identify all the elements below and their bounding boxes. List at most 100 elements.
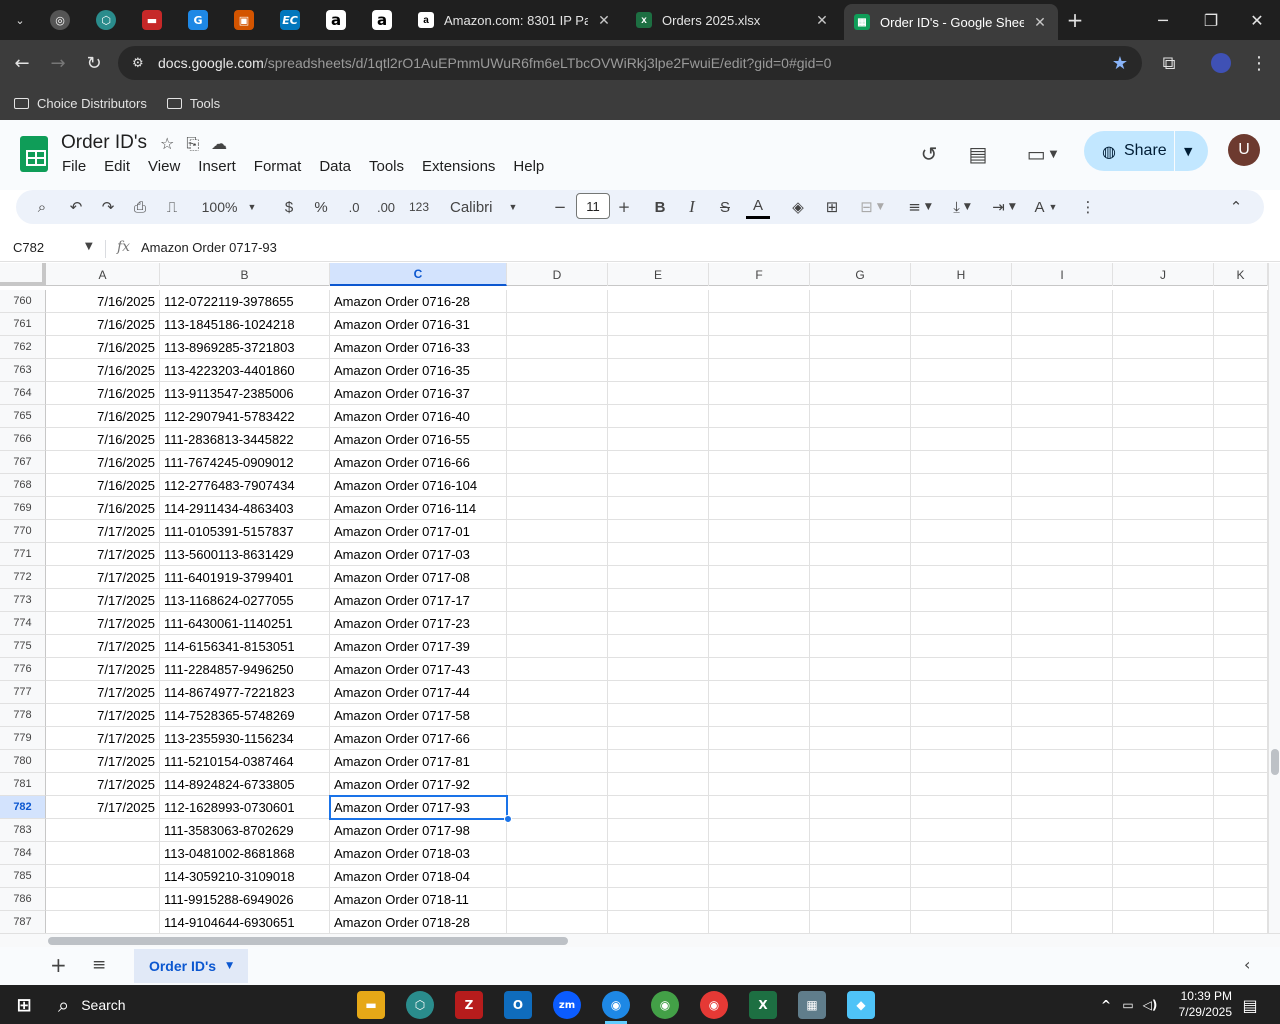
chrome-profile-icon[interactable]: ◉ — [651, 991, 679, 1019]
cell-k[interactable] — [1214, 911, 1268, 933]
cell-b[interactable]: 111-6430061-1140251 — [160, 612, 330, 635]
cell-k[interactable] — [1214, 865, 1268, 888]
active-cell[interactable]: Amazon Order 0717-93 — [329, 795, 508, 820]
cell-g[interactable] — [810, 451, 911, 474]
cell-b[interactable]: 112-0722119-3978655 — [160, 290, 330, 313]
calculator-icon[interactable]: ▦ — [798, 991, 826, 1019]
cell-e[interactable] — [608, 842, 709, 865]
horizontal-align-icon[interactable]: ≡ ▼ — [902, 195, 938, 219]
filezilla-icon[interactable]: Z — [455, 991, 483, 1019]
cell-j[interactable] — [1113, 566, 1214, 589]
cell-i[interactable] — [1012, 865, 1113, 888]
cell-j[interactable] — [1113, 681, 1214, 704]
cell-e[interactable] — [608, 681, 709, 704]
cell-k[interactable] — [1214, 474, 1268, 497]
cell-k[interactable] — [1214, 888, 1268, 911]
cell-f[interactable] — [709, 612, 810, 635]
cell-i[interactable] — [1012, 589, 1113, 612]
cell-d[interactable] — [507, 405, 608, 428]
cell-j[interactable] — [1113, 612, 1214, 635]
cell-b[interactable]: 111-2284857-9496250 — [160, 658, 330, 681]
font-size-input[interactable]: 11 — [576, 193, 610, 219]
cell-c[interactable]: Amazon Order 0717-39 — [330, 635, 507, 658]
cell-e[interactable] — [608, 727, 709, 750]
new-tab-button[interactable]: + — [1052, 8, 1098, 32]
cell-k[interactable] — [1214, 382, 1268, 405]
cell-e[interactable] — [608, 520, 709, 543]
pinned-tab-1[interactable]: ◎ — [40, 6, 80, 34]
cell-g[interactable] — [810, 727, 911, 750]
cell-j[interactable] — [1113, 911, 1214, 933]
row-header[interactable]: 784 — [0, 842, 46, 865]
cell-i[interactable] — [1012, 635, 1113, 658]
formula-input[interactable]: Amazon Order 0717-93 — [141, 240, 277, 255]
cell-d[interactable] — [507, 750, 608, 773]
cell-e[interactable] — [608, 405, 709, 428]
cell-d[interactable] — [507, 520, 608, 543]
cell-i[interactable] — [1012, 750, 1113, 773]
cell-d[interactable] — [507, 635, 608, 658]
cell-a[interactable]: 7/17/2025 — [46, 796, 160, 819]
cell-h[interactable] — [911, 612, 1012, 635]
cell-f[interactable] — [709, 704, 810, 727]
outlook-icon[interactable]: O — [504, 991, 532, 1019]
cell-i[interactable] — [1012, 842, 1113, 865]
cell-i[interactable] — [1012, 451, 1113, 474]
cell-f[interactable] — [709, 658, 810, 681]
cell-b[interactable]: 113-1845186-1024218 — [160, 313, 330, 336]
cell-b[interactable]: 111-7674245-0909012 — [160, 451, 330, 474]
cell-c[interactable]: Amazon Order 0716-35 — [330, 359, 507, 382]
cell-g[interactable] — [810, 474, 911, 497]
cell-f[interactable] — [709, 727, 810, 750]
cell-h[interactable] — [911, 451, 1012, 474]
cell-k[interactable] — [1214, 681, 1268, 704]
profile-icon[interactable] — [1208, 50, 1234, 76]
cell-i[interactable] — [1012, 566, 1113, 589]
row-header[interactable]: 762 — [0, 336, 46, 359]
cell-g[interactable] — [810, 589, 911, 612]
avatar[interactable]: U — [1228, 134, 1260, 166]
cell-e[interactable] — [608, 290, 709, 313]
cell-f[interactable] — [709, 520, 810, 543]
cell-g[interactable] — [810, 704, 911, 727]
cell-i[interactable] — [1012, 290, 1113, 313]
cell-i[interactable] — [1012, 796, 1113, 819]
sheets-logo-icon[interactable] — [20, 136, 48, 172]
row-header[interactable]: 775 — [0, 635, 46, 658]
cell-c[interactable]: Amazon Order 0716-66 — [330, 451, 507, 474]
cell-b[interactable]: 113-8969285-3721803 — [160, 336, 330, 359]
cell-j[interactable] — [1113, 842, 1214, 865]
cell-e[interactable] — [608, 796, 709, 819]
cell-d[interactable] — [507, 336, 608, 359]
cell-k[interactable] — [1214, 405, 1268, 428]
cell-j[interactable] — [1113, 497, 1214, 520]
cell-c[interactable]: Amazon Order 0716-55 — [330, 428, 507, 451]
cell-a[interactable]: 7/16/2025 — [46, 474, 160, 497]
site-info-icon[interactable]: ⚙ — [132, 56, 144, 71]
cell-h[interactable] — [911, 313, 1012, 336]
cell-i[interactable] — [1012, 428, 1113, 451]
cell-a[interactable]: 7/16/2025 — [46, 451, 160, 474]
bold-icon[interactable]: B — [650, 195, 670, 219]
cell-d[interactable] — [507, 773, 608, 796]
menu-data[interactable]: Data — [319, 158, 351, 175]
cell-a[interactable]: 7/16/2025 — [46, 336, 160, 359]
cell-b[interactable]: 111-0105391-5157837 — [160, 520, 330, 543]
cell-d[interactable] — [507, 819, 608, 842]
cell-d[interactable] — [507, 566, 608, 589]
history-icon[interactable]: ↺ — [915, 140, 943, 168]
row-header[interactable]: 787 — [0, 911, 46, 933]
percent-format-button[interactable]: % — [310, 195, 332, 219]
cell-h[interactable] — [911, 474, 1012, 497]
cell-g[interactable] — [810, 865, 911, 888]
cell-g[interactable] — [810, 888, 911, 911]
add-sheet-button[interactable]: + — [50, 953, 67, 977]
font-select[interactable]: Calibri ▼ — [450, 195, 532, 219]
bookmark-star-icon[interactable]: ★ — [1112, 53, 1128, 74]
cell-h[interactable] — [911, 704, 1012, 727]
close-icon[interactable]: ✕ — [814, 12, 830, 29]
hex-app-taskbar-icon[interactable]: ⬡ — [406, 991, 434, 1019]
vertical-scrollbar[interactable] — [1268, 263, 1280, 933]
cell-a[interactable] — [46, 819, 160, 842]
meet-icon[interactable]: ▭ ▼ — [1020, 140, 1064, 168]
